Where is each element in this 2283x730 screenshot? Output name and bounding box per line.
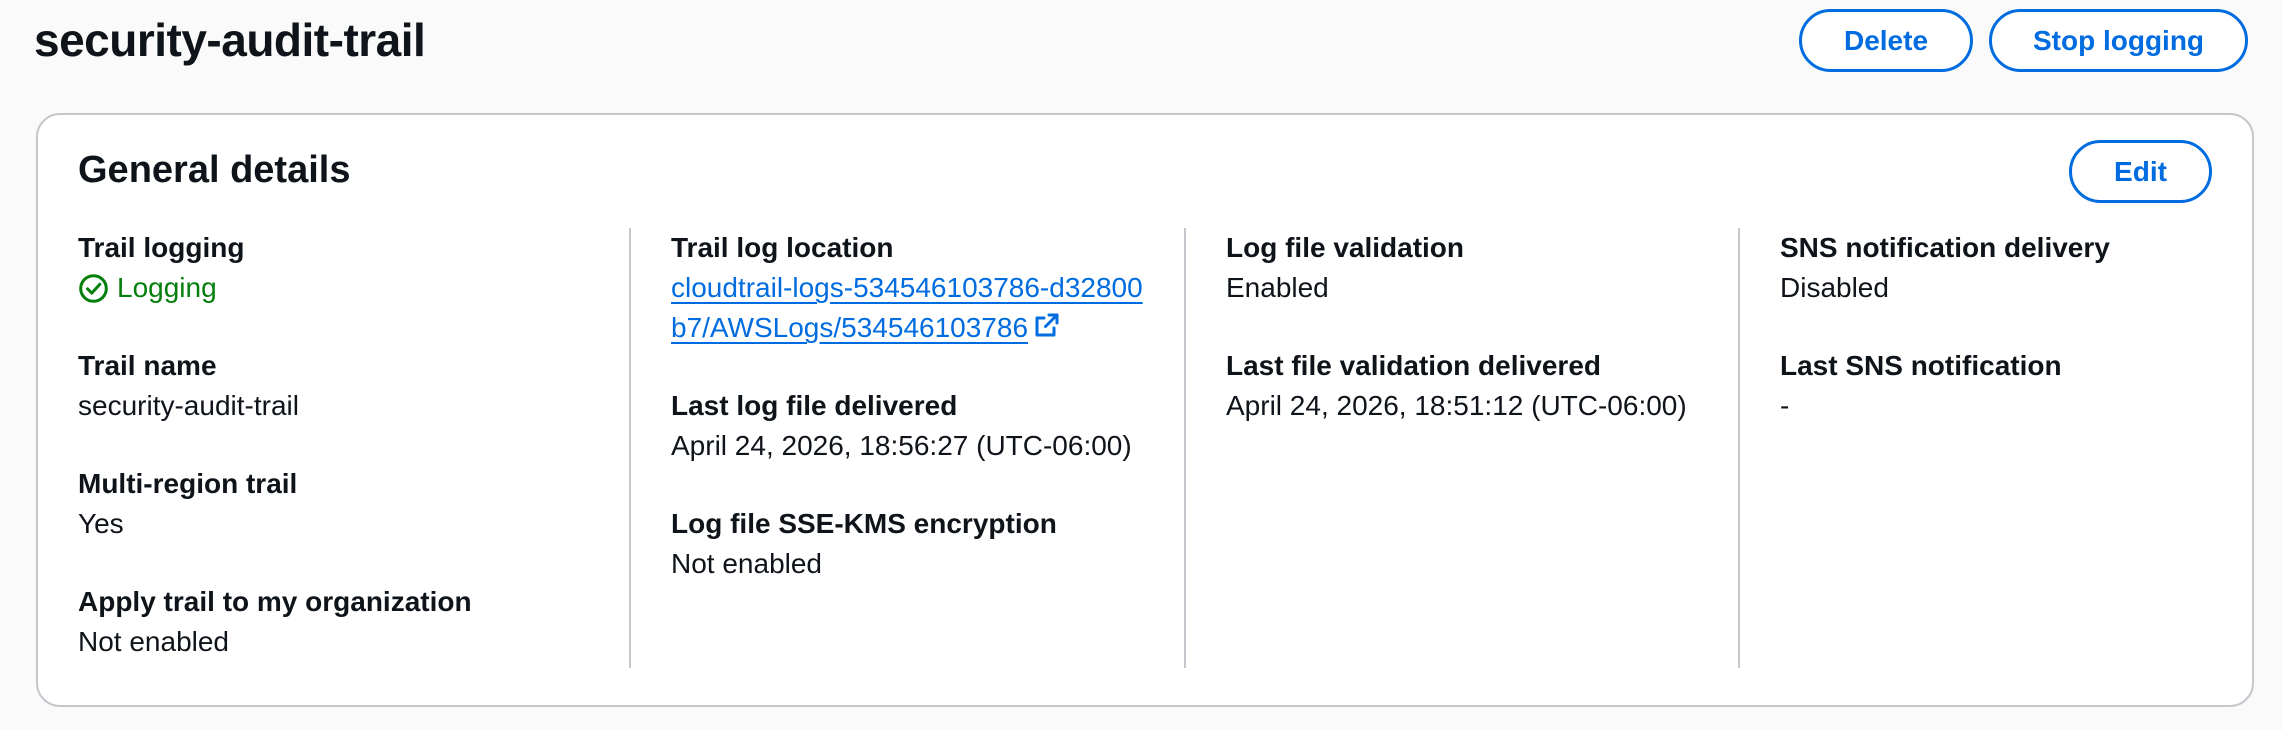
trail-log-location-label: Trail log location <box>671 232 894 263</box>
apply-trail-organization-label: Apply trail to my organization <box>78 586 472 617</box>
external-link-icon[interactable] <box>1032 310 1062 340</box>
sse-kms-encryption-field: Log file SSE-KMS encryption Not enabled <box>671 504 1164 584</box>
trail-logging-status: Logging <box>78 268 609 308</box>
trail-log-location-link-container: cloudtrail-logs-534546103786-d32800b7/AW… <box>671 268 1157 348</box>
trail-logging-value: Logging <box>117 272 217 303</box>
multi-region-trail-label: Multi-region trail <box>78 468 298 499</box>
last-log-file-delivered-value: April 24, 2026, 18:56:27 (UTC-06:00) <box>671 430 1132 461</box>
trail-logging-field: Trail logging Logging <box>78 228 609 308</box>
sse-kms-encryption-label: Log file SSE-KMS encryption <box>671 508 1057 539</box>
trail-name-value: security-audit-trail <box>78 390 299 421</box>
sns-notification-delivery-field: SNS notification delivery Disabled <box>1780 228 2198 308</box>
last-file-validation-delivered-label: Last file validation delivered <box>1226 350 1602 381</box>
details-columns: Trail logging Logging Trail name securit… <box>78 228 2218 668</box>
details-column-1: Trail logging Logging Trail name securit… <box>78 228 631 668</box>
log-file-validation-field: Log file validation Enabled <box>1226 228 1718 308</box>
check-circle-icon <box>78 273 109 304</box>
general-details-panel: General details Edit Trail logging Loggi… <box>36 113 2254 707</box>
stop-logging-button[interactable]: Stop logging <box>1989 9 2248 72</box>
edit-button[interactable]: Edit <box>2069 140 2212 203</box>
multi-region-trail-field: Multi-region trail Yes <box>78 464 609 544</box>
trail-logging-label: Trail logging <box>78 232 245 263</box>
delete-button[interactable]: Delete <box>1799 9 1973 72</box>
details-column-2: Trail log location cloudtrail-logs-53454… <box>631 228 1186 668</box>
page-title: security-audit-trail <box>34 14 426 66</box>
details-column-3: Log file validation Enabled Last file va… <box>1186 228 1740 668</box>
multi-region-trail-value: Yes <box>78 508 124 539</box>
apply-trail-organization-field: Apply trail to my organization Not enabl… <box>78 582 609 662</box>
sns-notification-delivery-label: SNS notification delivery <box>1780 232 2110 263</box>
trail-log-location-link[interactable]: cloudtrail-logs-534546103786-d32800b7/AW… <box>671 272 1143 343</box>
general-details-title: General details <box>78 149 351 191</box>
sns-notification-delivery-value: Disabled <box>1780 272 1889 303</box>
last-log-file-delivered-field: Last log file delivered April 24, 2026, … <box>671 386 1164 466</box>
last-sns-notification-label: Last SNS notification <box>1780 350 2062 381</box>
last-sns-notification-value: - <box>1780 390 1790 421</box>
header-actions: Delete Stop logging <box>1799 9 2248 72</box>
trail-name-field: Trail name security-audit-trail <box>78 346 609 426</box>
trail-log-location-field: Trail log location cloudtrail-logs-53454… <box>671 228 1164 348</box>
last-log-file-delivered-label: Last log file delivered <box>671 390 958 421</box>
apply-trail-organization-value: Not enabled <box>78 626 230 657</box>
sse-kms-encryption-value: Not enabled <box>671 548 823 579</box>
trail-name-label: Trail name <box>78 350 217 381</box>
last-sns-notification-field: Last SNS notification - <box>1780 346 2198 426</box>
log-file-validation-value: Enabled <box>1226 272 1329 303</box>
last-file-validation-delivered-value: April 24, 2026, 18:51:12 (UTC-06:00) <box>1226 390 1687 421</box>
last-file-validation-delivered-field: Last file validation delivered April 24,… <box>1226 346 1718 426</box>
log-file-validation-label: Log file validation <box>1226 232 1465 263</box>
details-column-4: SNS notification delivery Disabled Last … <box>1740 228 2218 668</box>
